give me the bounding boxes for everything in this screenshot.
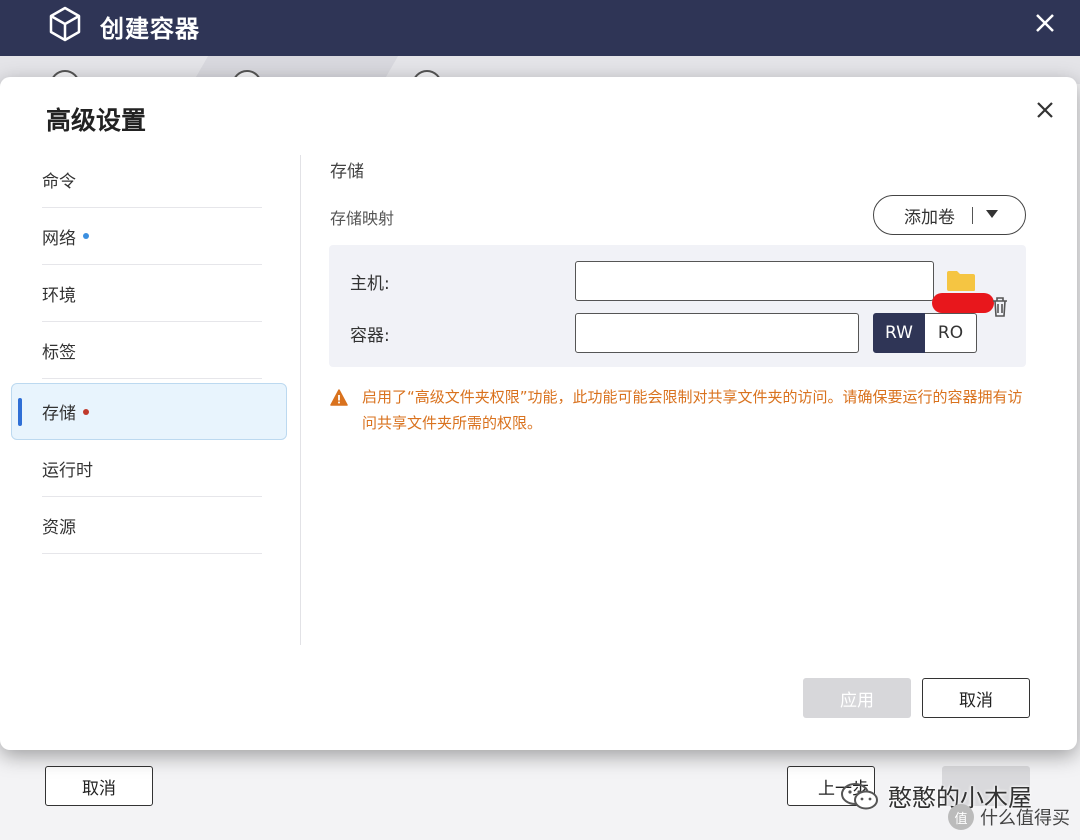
cancel-button[interactable]: 取消 bbox=[922, 678, 1030, 718]
nav-item-storage[interactable]: 存储 bbox=[11, 383, 287, 440]
nav-item-environment[interactable]: 环境 bbox=[42, 265, 262, 322]
read-only-toggle[interactable]: RO bbox=[925, 313, 977, 353]
host-label: 主机: bbox=[350, 274, 390, 294]
storage-mapping-label: 存储映射 bbox=[330, 209, 395, 228]
folder-icon[interactable] bbox=[946, 270, 976, 292]
trash-icon[interactable] bbox=[990, 296, 1010, 318]
apply-button[interactable]: 应用 bbox=[803, 678, 911, 718]
warning-icon bbox=[330, 389, 348, 406]
add-volume-button[interactable]: 添加卷 bbox=[873, 195, 1026, 235]
container-label: 容器: bbox=[350, 326, 390, 346]
close-icon[interactable] bbox=[1032, 10, 1058, 36]
nav-item-command[interactable]: 命令 bbox=[42, 151, 262, 208]
redaction-mark bbox=[932, 293, 994, 313]
background-window-title: 创建容器 bbox=[100, 15, 200, 43]
nav-item-labels[interactable]: 标签 bbox=[42, 322, 262, 379]
button-separator bbox=[972, 207, 973, 224]
site-logo-icon: 值 bbox=[948, 804, 974, 830]
nav-divider bbox=[300, 155, 301, 645]
container-cube-icon bbox=[49, 6, 81, 42]
active-indicator bbox=[18, 398, 22, 426]
dialog-title: 高级设置 bbox=[46, 106, 147, 135]
background-window-header: 创建容器 bbox=[0, 0, 1080, 56]
close-icon[interactable] bbox=[1034, 99, 1056, 121]
permission-warning: 启用了“高级文件夹权限”功能，此功能可能会限制对共享文件夹的访问。请确保要运行的… bbox=[362, 388, 1023, 432]
modified-dot bbox=[83, 408, 89, 415]
nav-item-resources[interactable]: 资源 bbox=[42, 497, 262, 554]
modified-dot bbox=[83, 233, 89, 239]
background-cancel-button[interactable]: 取消 bbox=[45, 766, 153, 806]
watermark-site: 值 什么值得买 bbox=[948, 804, 1070, 830]
container-path-input[interactable] bbox=[575, 313, 859, 353]
chevron-down-icon[interactable] bbox=[986, 210, 998, 218]
host-path-input[interactable] bbox=[575, 261, 934, 301]
advanced-settings-dialog: 高级设置 命令 网络 环境 标签 存储 运行时 资源 存储 存储映射 添加卷 主… bbox=[0, 77, 1077, 750]
nav-item-runtime[interactable]: 运行时 bbox=[42, 440, 262, 497]
section-title: 存储 bbox=[330, 162, 364, 182]
read-write-toggle[interactable]: RW bbox=[873, 313, 925, 353]
watermark-site-text: 什么值得买 bbox=[980, 808, 1070, 829]
wechat-icon bbox=[841, 782, 878, 809]
nav-item-network[interactable]: 网络 bbox=[42, 208, 262, 265]
